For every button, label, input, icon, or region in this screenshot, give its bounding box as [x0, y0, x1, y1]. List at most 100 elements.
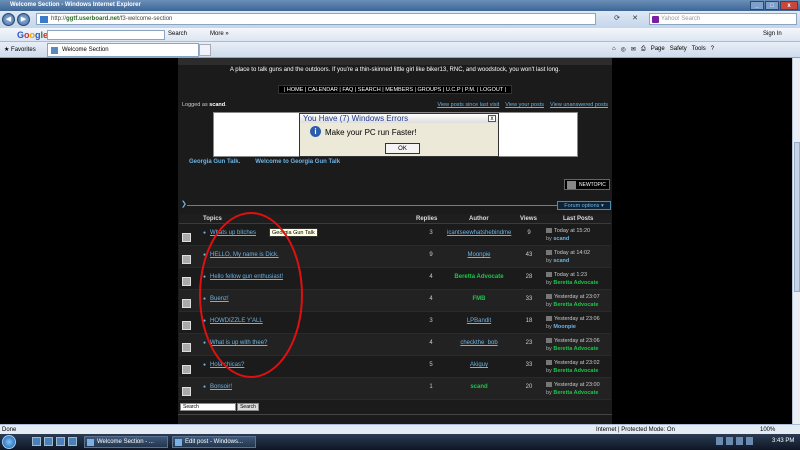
topic-author-link[interactable]: checkthe_bob	[447, 340, 511, 346]
bottom-search-input[interactable]: Search	[180, 403, 236, 411]
topic-title-link[interactable]: Whats up bitches	[210, 230, 256, 236]
breadcrumb: Georgia Gun Talk. Welcome to Georgia Gun…	[189, 159, 340, 165]
topic-title-link[interactable]: Bonsoir!	[210, 384, 232, 390]
last-post-author-link[interactable]: Beretta Advocate	[553, 368, 598, 374]
tab-welcome-section[interactable]: Welcome Section	[47, 43, 199, 57]
last-post-author-link[interactable]: Beretta Advocate	[553, 346, 598, 352]
bullet-icon: ●	[203, 230, 207, 236]
refresh-icon[interactable]: ⟳	[612, 14, 622, 24]
breadcrumb-forum-home[interactable]: Georgia Gun Talk.	[189, 159, 240, 165]
topic-author-link[interactable]: scand	[447, 384, 511, 390]
network-icon[interactable]	[726, 437, 733, 445]
new-tab-button[interactable]	[199, 44, 211, 56]
minimize-button[interactable]: _	[750, 1, 764, 10]
security-zone[interactable]: Internet | Protected Mode: On	[596, 427, 675, 433]
last-post-info: Today at 14:02 by scand	[546, 250, 591, 264]
media-icon[interactable]	[68, 437, 77, 446]
back-button[interactable]: ◀	[2, 13, 15, 26]
popup-ok-button[interactable]: OK	[385, 143, 420, 154]
view-your-posts-link[interactable]: View your posts	[505, 102, 544, 108]
view-unanswered-posts-link[interactable]: View unanswered posts	[550, 102, 608, 108]
ie-icon[interactable]	[44, 437, 53, 446]
last-post-author-link[interactable]: scand	[553, 258, 569, 264]
topic-title-link[interactable]: Buenz!	[210, 296, 229, 302]
topic-author-link[interactable]: icantseewhatshebindme	[447, 230, 511, 236]
view-posts-since-last-visit-link[interactable]: View posts since last visit	[437, 102, 499, 108]
popup-close-button[interactable]: x	[488, 115, 496, 122]
safety-menu[interactable]: Safety	[670, 46, 687, 53]
last-post-author-link[interactable]: Beretta Advocate	[553, 390, 598, 396]
zoom-level[interactable]: 100%	[760, 427, 775, 433]
topic-icon	[182, 387, 191, 396]
topic-title-link[interactable]: HELLO, My name is Dick.	[210, 252, 279, 258]
tray-arrow-icon[interactable]	[716, 437, 723, 445]
topic-title-link[interactable]: Hello fellow gun enthusiast!	[210, 274, 283, 280]
post-icon[interactable]	[546, 360, 552, 366]
taskbar-item-edit-post[interactable]: Edit post - Windows...	[172, 436, 256, 448]
topic-replies: 4	[429, 274, 433, 280]
post-icon[interactable]	[546, 228, 552, 234]
topic-icon	[182, 365, 191, 374]
ad-banner[interactable]: You Have (7) Windows Errors x i Make you…	[213, 112, 578, 157]
start-button[interactable]	[2, 435, 16, 449]
col-views: Views	[520, 216, 537, 222]
mail-icon[interactable]: ✉	[631, 46, 636, 53]
last-post-author-link[interactable]: Beretta Advocate	[553, 302, 598, 308]
topic-author-link[interactable]: Moonpie	[447, 252, 511, 258]
topic-author-link[interactable]: Akiguy	[447, 362, 511, 368]
topic-title-link[interactable]: Hola chicas?	[210, 362, 244, 368]
forward-button[interactable]: ▶	[17, 13, 30, 26]
clock[interactable]: 3:43 PM	[772, 438, 794, 444]
post-icon[interactable]	[546, 272, 552, 278]
last-post-author-link[interactable]: scand	[553, 236, 569, 242]
maximize-button[interactable]: □	[765, 1, 779, 10]
top-links: View posts since last visit View your po…	[437, 102, 608, 108]
sign-in-link[interactable]: Sign In	[763, 31, 782, 37]
bottom-search-button[interactable]: Search	[237, 403, 259, 411]
forum-menu[interactable]: | HOME | CALENDAR | FAQ | SEARCH | MEMBE…	[278, 85, 512, 94]
close-button[interactable]: x	[780, 1, 798, 10]
popup-message: Make your PC run Faster!	[325, 128, 417, 137]
last-post-author-link[interactable]: Beretta Advocate	[553, 280, 598, 286]
topic-author-link[interactable]: FMB	[447, 296, 511, 302]
info-icon: i	[310, 126, 321, 137]
home-icon[interactable]: ⌂	[612, 46, 616, 53]
forum-options-button[interactable]: Forum options ▾	[557, 201, 611, 210]
topic-author-link[interactable]: Beretta Advocate	[447, 274, 511, 280]
last-post-author-link[interactable]: Moonpie	[553, 324, 576, 330]
vertical-scrollbar[interactable]	[792, 58, 800, 424]
post-icon[interactable]	[546, 294, 552, 300]
taskbar-item-welcome-section[interactable]: Welcome Section - ...	[84, 436, 168, 448]
page-menu[interactable]: Page	[651, 46, 665, 53]
help-icon[interactable]: ?	[711, 46, 714, 53]
topic-author-link[interactable]: LPBandit	[447, 318, 511, 324]
topic-icon	[182, 299, 191, 308]
post-icon[interactable]	[546, 316, 552, 322]
topic-views: 9	[527, 230, 531, 236]
favorites-button[interactable]: ★ Favorites	[4, 46, 36, 53]
print-icon[interactable]: ⎙	[641, 46, 646, 53]
google-search-button[interactable]: Search	[168, 31, 187, 37]
post-icon[interactable]	[546, 338, 552, 344]
yahoo-search-field[interactable]: Yahoo! Search	[649, 13, 797, 25]
feeds-icon[interactable]: ◎	[621, 46, 626, 53]
tools-menu[interactable]: Tools	[692, 46, 706, 53]
topic-replies: 4	[429, 296, 433, 302]
scroll-thumb[interactable]	[794, 142, 800, 292]
show-desktop-icon[interactable]	[32, 437, 41, 446]
explorer-icon[interactable]	[56, 437, 65, 446]
volume-icon[interactable]	[736, 437, 743, 445]
breadcrumb-section[interactable]: Welcome to Georgia Gun Talk	[255, 159, 340, 165]
post-icon[interactable]	[546, 250, 552, 256]
stop-icon[interactable]: ✕	[630, 14, 640, 24]
popup-title: You Have (7) Windows Errors	[300, 114, 498, 123]
fake-error-popup[interactable]: You Have (7) Windows Errors x i Make you…	[299, 113, 499, 157]
new-topic-button[interactable]: NEWTOPIC	[564, 179, 610, 190]
power-icon[interactable]	[746, 437, 753, 445]
google-search-input[interactable]	[47, 30, 165, 40]
topic-title-link[interactable]: What is up with thee?	[210, 340, 267, 346]
google-more-button[interactable]: More »	[210, 31, 229, 37]
topic-title-link[interactable]: HOWDIZZLE Y'ALL	[210, 318, 263, 324]
url-field[interactable]: http://ggtf.userboard.net/f3-welcome-sec…	[36, 13, 596, 25]
post-icon[interactable]	[546, 382, 552, 388]
